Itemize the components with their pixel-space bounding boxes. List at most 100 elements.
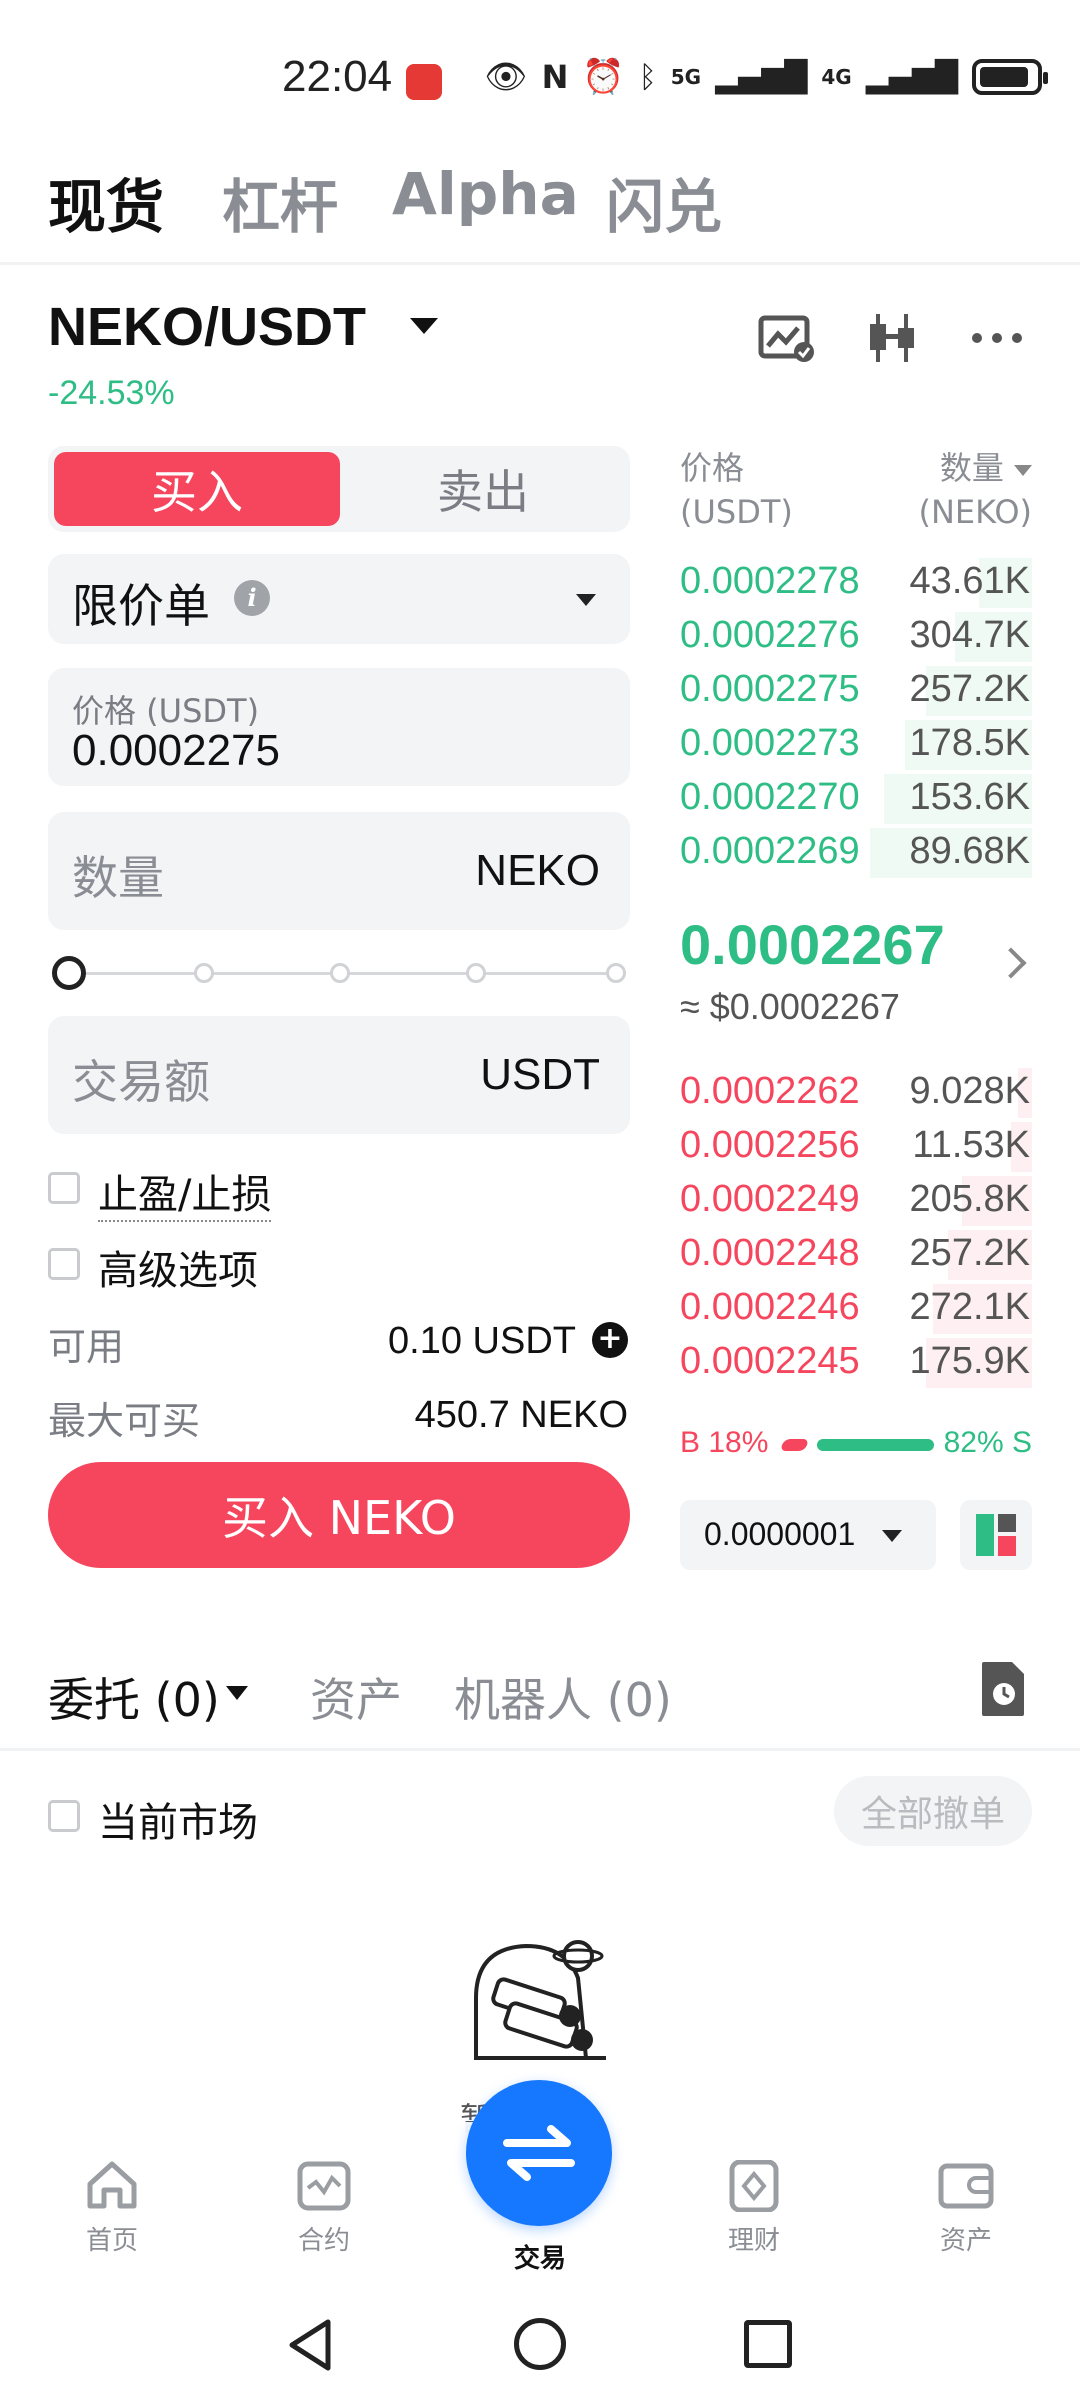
- eye-icon: 👁: [484, 57, 528, 97]
- ask-row[interactable]: 0.0002276 304.7K: [680, 610, 1032, 664]
- last-price: 0.0002267: [680, 913, 945, 976]
- nav-futures[interactable]: 合约: [244, 2160, 404, 2257]
- nav-earn-label: 理财: [727, 2226, 780, 2256]
- bid-row[interactable]: 0.0002262 9.028K: [680, 1066, 1032, 1120]
- ask-row[interactable]: 0.0002269 89.68K: [680, 826, 1032, 880]
- orderbook-layout-button[interactable]: [960, 1500, 1032, 1570]
- bid-row[interactable]: 0.0002249 205.8K: [680, 1174, 1032, 1228]
- candlestick-icon[interactable]: [864, 312, 922, 364]
- tab-alpha[interactable]: Alpha: [392, 160, 579, 228]
- order-history-icon[interactable]: [978, 1660, 1028, 1718]
- cancel-all-button[interactable]: 全部撤单: [834, 1776, 1032, 1846]
- sell-tab[interactable]: 卖出: [340, 452, 626, 526]
- order-type-label: 限价单: [72, 579, 210, 633]
- pair-dropdown-icon[interactable]: [410, 318, 438, 334]
- bid-price: 0.0002245: [680, 1340, 860, 1382]
- current-market-label[interactable]: 当前市场: [98, 1790, 258, 1848]
- tab-bots[interactable]: 机器人 (0): [454, 1664, 672, 1730]
- order-type-caret-icon: [576, 594, 596, 606]
- tab-spot[interactable]: 现货: [48, 160, 164, 244]
- price-input[interactable]: 0.0002275: [72, 726, 280, 776]
- advanced-label[interactable]: 高级选项: [98, 1238, 258, 1296]
- slider-step-25[interactable]: [194, 963, 214, 983]
- tab-margin[interactable]: 杠杆: [222, 160, 338, 244]
- amount-unit: USDT: [480, 1050, 600, 1099]
- quantity-input[interactable]: 数量: [72, 842, 164, 908]
- deposit-plus-icon[interactable]: +: [592, 1322, 628, 1358]
- info-icon[interactable]: i: [234, 580, 270, 616]
- ob-price-header: 价格 (USDT): [680, 449, 793, 531]
- tab-convert[interactable]: 闪兑: [606, 160, 722, 244]
- nav-assets[interactable]: 资产: [886, 2160, 1046, 2257]
- trade-fab[interactable]: [466, 2080, 612, 2226]
- ask-row[interactable]: 0.0002275 257.2K: [680, 664, 1032, 718]
- bid-price: 0.0002246: [680, 1286, 860, 1328]
- futures-icon: [297, 2161, 351, 2211]
- slider-step-100[interactable]: [606, 963, 626, 983]
- current-market-checkbox[interactable]: [48, 1800, 80, 1832]
- ask-price: 0.0002276: [680, 614, 860, 656]
- ask-row[interactable]: 0.0002273 178.5K: [680, 718, 1032, 772]
- orders-caret-icon[interactable]: [226, 1686, 248, 1700]
- max-buy-label: 最大可买: [48, 1399, 201, 1443]
- ask-qty: 43.61K: [909, 560, 1030, 602]
- ob-qty-header[interactable]: 数量 (NEKO): [918, 446, 1032, 534]
- chart-icon[interactable]: [758, 312, 816, 364]
- top-divider: [0, 262, 1080, 265]
- ask-price: 0.0002275: [680, 668, 860, 710]
- bid-row[interactable]: 0.0002245 175.9K: [680, 1336, 1032, 1390]
- nav-trade[interactable]: 交易: [460, 2230, 620, 2275]
- quantity-unit: NEKO: [475, 846, 600, 895]
- buy-ratio-bar: [779, 1439, 810, 1451]
- alarm-icon: ⏰: [582, 57, 625, 97]
- bid-price: 0.0002248: [680, 1232, 860, 1274]
- advanced-checkbox[interactable]: [48, 1248, 80, 1280]
- slider-step-50[interactable]: [330, 963, 350, 983]
- ask-qty: 257.2K: [909, 668, 1030, 710]
- bid-row[interactable]: 0.0002256 11.53K: [680, 1120, 1032, 1174]
- max-buy-value: 450.7 NEKO: [414, 1394, 628, 1436]
- nav-home[interactable]: 首页: [32, 2160, 192, 2257]
- ask-price: 0.0002269: [680, 830, 860, 872]
- ask-price: 0.0002270: [680, 776, 860, 818]
- notification-app-icon: [406, 64, 442, 100]
- pair-selector[interactable]: NEKO/USDT: [48, 296, 366, 358]
- bluetooth-icon: ᛒ: [638, 59, 657, 95]
- tab-orders[interactable]: 委托 (0): [48, 1664, 220, 1730]
- tp-sl-checkbox[interactable]: [48, 1172, 80, 1204]
- battery-icon: [972, 59, 1048, 95]
- bid-price: 0.0002249: [680, 1178, 860, 1220]
- nav-earn[interactable]: 理财: [674, 2160, 834, 2257]
- buy-button[interactable]: 买入 NEKO: [48, 1462, 630, 1568]
- sell-ratio-bar: [817, 1439, 934, 1451]
- slider-step-75[interactable]: [466, 963, 486, 983]
- system-home-icon[interactable]: [514, 2318, 566, 2370]
- more-icon[interactable]: [968, 312, 1026, 364]
- home-icon: [87, 2161, 137, 2209]
- system-back-icon[interactable]: [286, 2318, 336, 2372]
- chevron-right-icon[interactable]: [995, 947, 1027, 979]
- bid-price: 0.0002256: [680, 1124, 860, 1166]
- bid-qty: 11.53K: [912, 1124, 1030, 1166]
- bid-qty: 257.2K: [909, 1232, 1030, 1274]
- layout-icon: [976, 1514, 1016, 1556]
- amount-input[interactable]: 交易额: [72, 1046, 210, 1112]
- status-time: 22:04: [282, 52, 393, 101]
- last-price-usd: ≈ $0.0002267: [680, 986, 900, 1027]
- bid-row[interactable]: 0.0002248 257.2K: [680, 1228, 1032, 1282]
- bid-row[interactable]: 0.0002246 272.1K: [680, 1282, 1032, 1336]
- system-recents-icon[interactable]: [744, 2320, 792, 2368]
- nav-assets-label: 资产: [939, 2226, 992, 2256]
- buy-tab[interactable]: 买入: [54, 452, 340, 526]
- wallet-icon: [938, 2163, 994, 2209]
- slider-thumb[interactable]: [52, 956, 86, 990]
- ask-qty: 304.7K: [909, 614, 1030, 656]
- tp-sl-label[interactable]: 止盈/止损: [98, 1162, 272, 1222]
- sell-ratio: 82% S: [943, 1426, 1032, 1459]
- precision-caret-icon: [882, 1530, 902, 1542]
- binoculars-illustration: [474, 1940, 606, 2060]
- signal-5g-icon: 5G: [670, 65, 702, 89]
- ask-row[interactable]: 0.0002270 153.6K: [680, 772, 1032, 826]
- ask-row[interactable]: 0.0002278 43.61K: [680, 556, 1032, 610]
- tab-assets[interactable]: 资产: [310, 1664, 402, 1730]
